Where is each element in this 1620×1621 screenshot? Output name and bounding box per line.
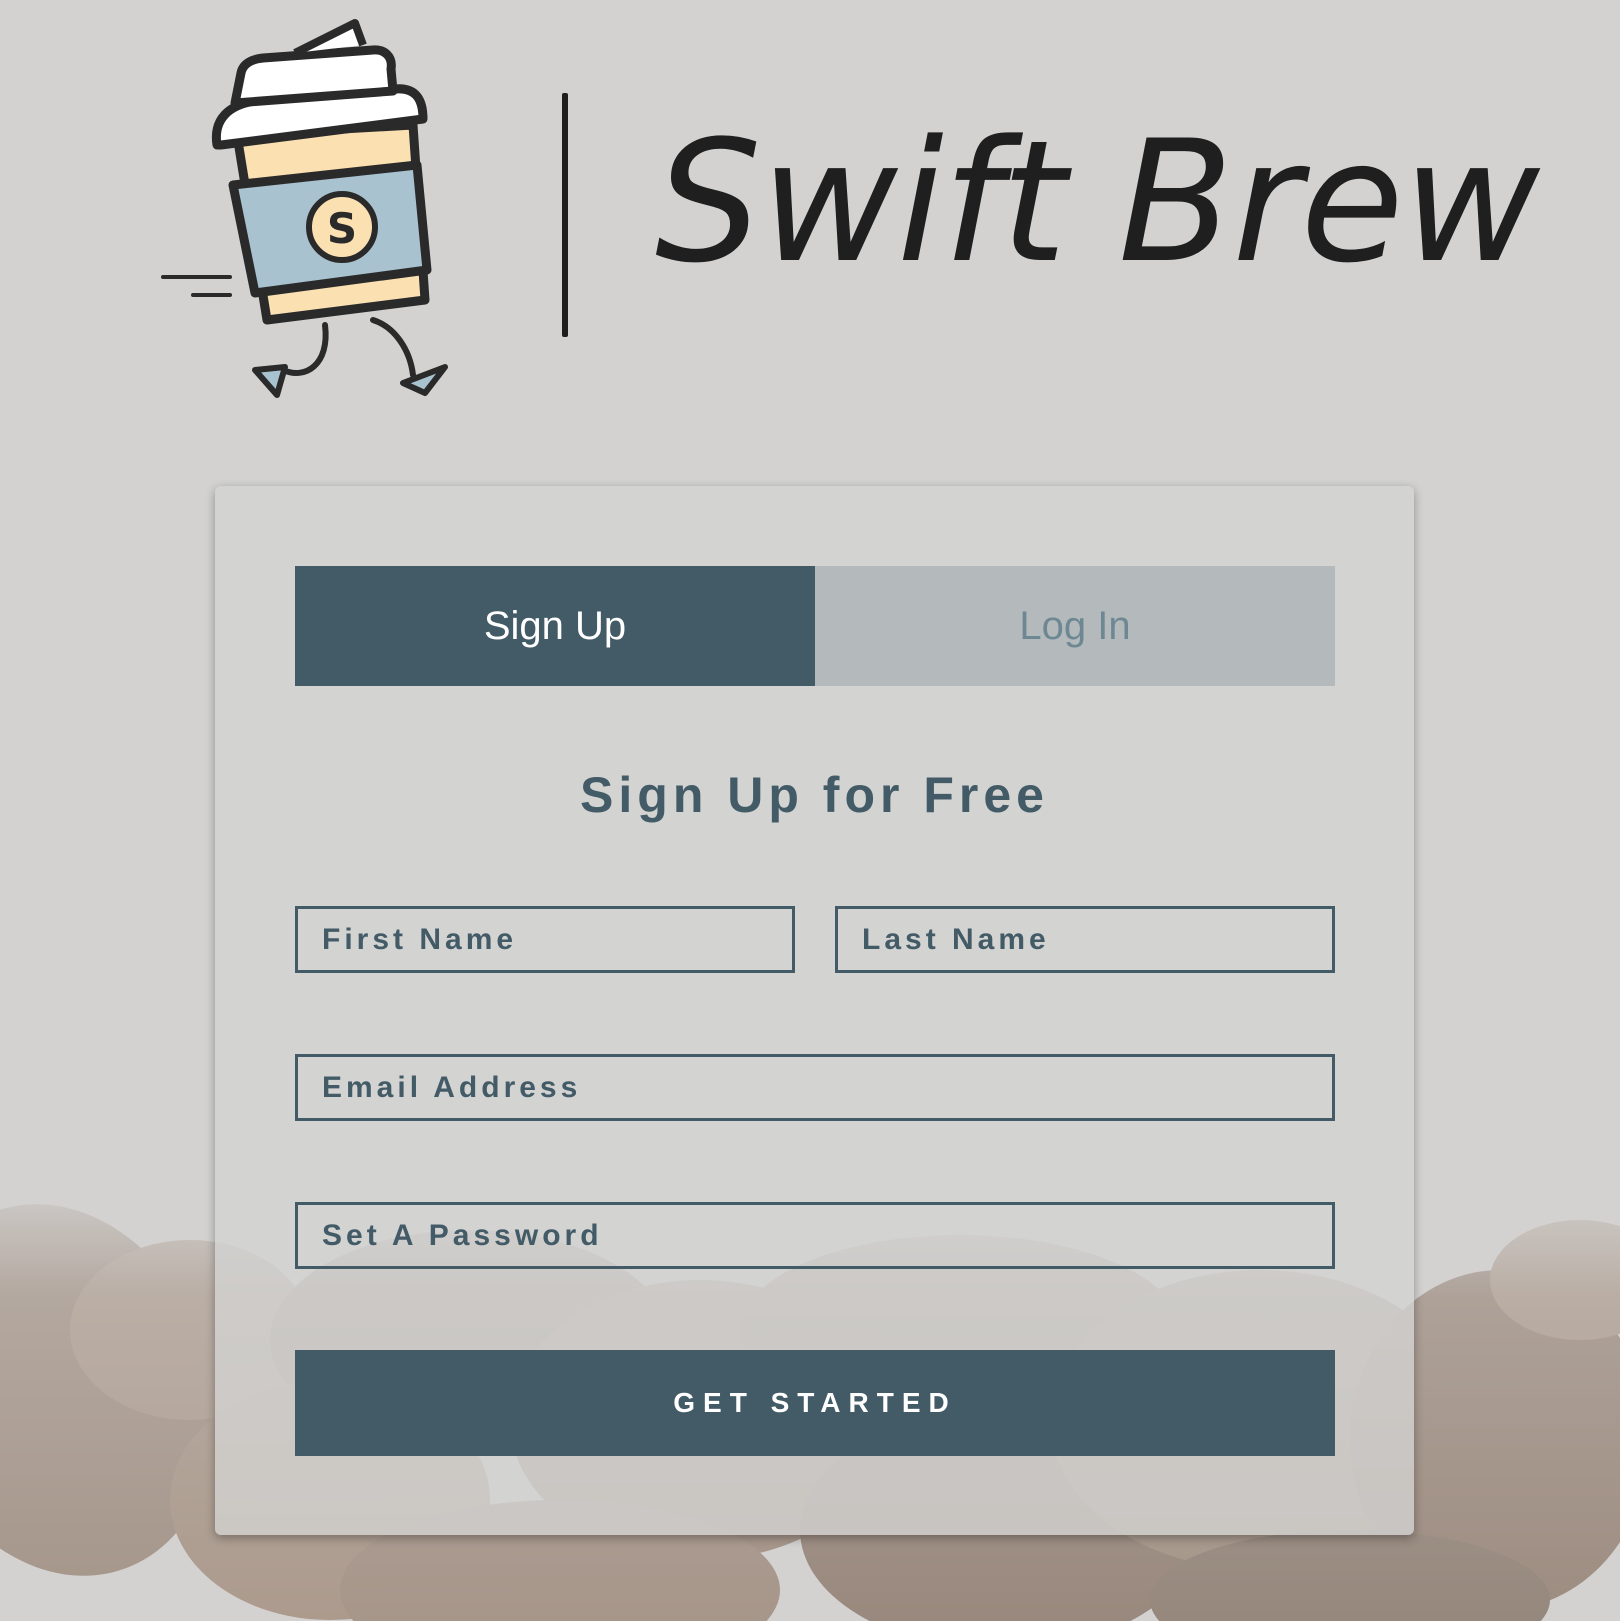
signup-page: S Swift Brew Sign Up Log In Sign Up for …	[0, 0, 1620, 1621]
running-coffee-cup-icon: S	[161, 19, 448, 398]
email-field[interactable]: Email Address	[295, 1054, 1335, 1121]
brand-name: Swift Brew	[655, 104, 1540, 300]
last-name-field[interactable]: Last Name	[835, 906, 1335, 973]
logo-divider	[562, 93, 568, 337]
tab-log-in[interactable]: Log In	[815, 566, 1335, 686]
signup-card: Sign Up Log In Sign Up for Free First Na…	[215, 486, 1414, 1535]
svg-text:S: S	[327, 204, 357, 253]
tab-sign-up[interactable]: Sign Up	[295, 566, 815, 686]
form-heading: Sign Up for Free	[580, 767, 1049, 823]
get-started-button[interactable]: GET STARTED	[295, 1350, 1335, 1456]
password-field[interactable]: Set A Password	[295, 1202, 1335, 1269]
auth-tabs: Sign Up Log In	[295, 566, 1335, 686]
first-name-field[interactable]: First Name	[295, 906, 795, 973]
